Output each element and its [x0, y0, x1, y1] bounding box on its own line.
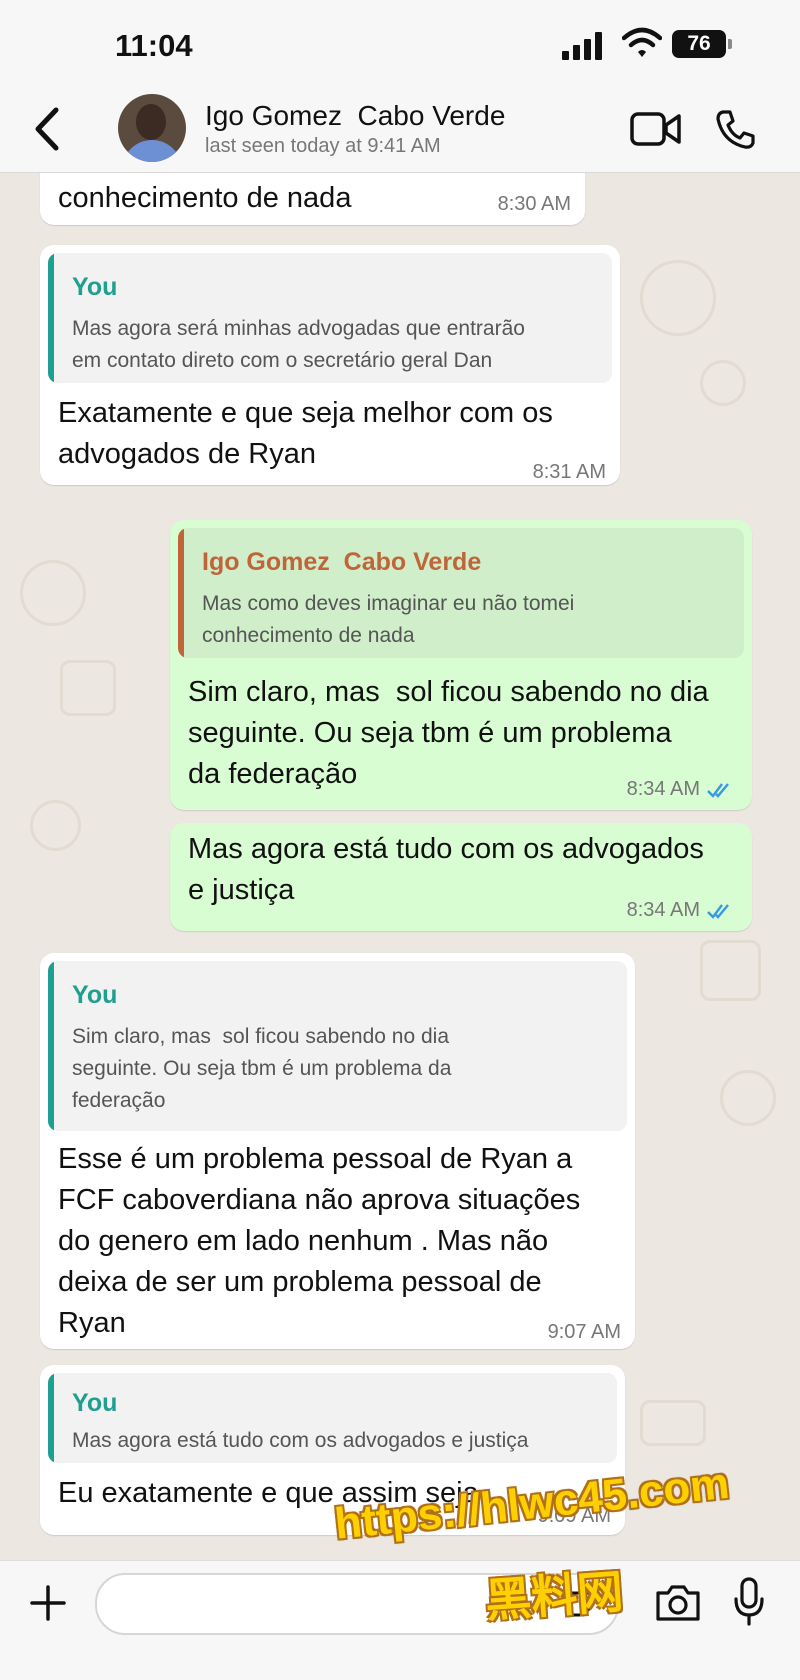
message-bubble-outgoing[interactable]: Mas agora está tudo com os advogados e j…	[170, 823, 752, 931]
message-bubble-incoming[interactable]: You Sim claro, mas sol ficou sabendo no …	[40, 953, 635, 1349]
plus-icon[interactable]	[28, 1583, 68, 1623]
last-seen-status: last seen today at 9:41 AM	[205, 135, 441, 157]
watermark-text: 黑料网	[483, 1565, 625, 1627]
quote-author: You	[72, 273, 118, 301]
message-text: Esse é um problema pessoal de Ryan a FCF…	[58, 1143, 581, 1339]
message-time: 8:31 AM	[532, 461, 606, 483]
quote-text: Mas como deves imaginar eu não tomei con…	[202, 592, 575, 647]
video-call-icon[interactable]	[630, 110, 682, 148]
quote-text: Mas agora está tudo com os advogados e j…	[72, 1429, 529, 1452]
quote-author: You	[72, 1389, 118, 1417]
quote-author: You	[72, 981, 118, 1009]
microphone-icon[interactable]	[732, 1577, 766, 1627]
wifi-icon	[622, 27, 662, 57]
phone-call-icon[interactable]	[715, 108, 755, 150]
back-arrow-icon[interactable]	[28, 104, 68, 154]
quoted-message[interactable]: Igo Gomez Cabo Verde Mas como deves imag…	[178, 528, 744, 658]
message-bubble-incoming[interactable]: You Mas agora será minhas advogadas que …	[40, 245, 620, 485]
message-input-bar	[0, 1560, 800, 1680]
message-time-label: 8:34 AM	[626, 778, 700, 800]
status-bar: 11:04 76	[0, 0, 800, 90]
battery-icon: 76	[672, 30, 732, 58]
quote-text: Mas agora será minhas advogadas que entr…	[72, 317, 525, 372]
chat-header-overlay: Igo Gomez Cabo Verde last seen today at …	[0, 90, 800, 172]
contact-name[interactable]: Igo Gomez Cabo Verde	[205, 100, 505, 132]
quote-author: Igo Gomez Cabo Verde	[202, 548, 482, 576]
signal-icon	[562, 32, 606, 60]
message-time: 8:34 AM	[627, 778, 734, 801]
read-ticks-icon	[707, 903, 729, 919]
message-bubble-outgoing[interactable]: Igo Gomez Cabo Verde Mas como deves imag…	[170, 520, 752, 810]
quoted-message[interactable]: You Sim claro, mas sol ficou sabendo no …	[48, 961, 627, 1131]
message-time: 8:30 AM	[497, 193, 571, 215]
camera-icon[interactable]	[655, 1583, 701, 1623]
read-ticks-icon	[707, 782, 729, 798]
message-time: 9:07 AM	[547, 1321, 621, 1343]
quote-text: Sim claro, mas sol ficou sabendo no dia …	[72, 1025, 452, 1112]
quoted-message[interactable]: You Mas agora está tudo com os advogados…	[48, 1373, 617, 1463]
status-time: 11:04	[115, 28, 193, 63]
avatar[interactable]	[118, 94, 186, 162]
message-time-label: 8:34 AM	[626, 899, 700, 921]
message-text: Sim claro, mas sol ficou sabendo no dia …	[188, 676, 709, 790]
quoted-message[interactable]: You Mas agora será minhas advogadas que …	[48, 253, 612, 383]
message-time: 8:34 AM	[627, 899, 734, 922]
message-text: Exatamente e que seja melhor com os advo…	[58, 397, 553, 470]
